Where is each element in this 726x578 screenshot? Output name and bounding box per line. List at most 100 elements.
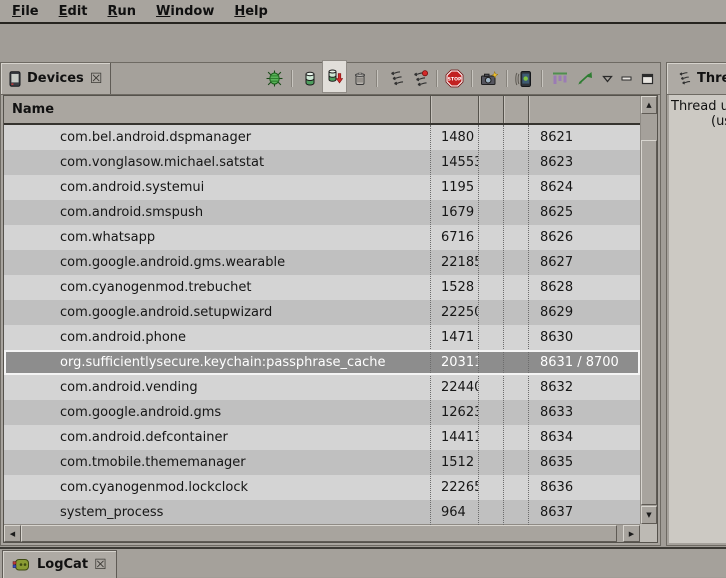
maximize-button[interactable] xyxy=(637,69,657,89)
table-row[interactable]: com.android.defcontainer144118634 xyxy=(4,425,640,450)
opengl-trace-button[interactable] xyxy=(572,66,597,91)
process-pid: 22250 xyxy=(430,300,478,325)
table-row-selected[interactable]: org.sufficientlysecure.keychain:passphra… xyxy=(4,350,640,375)
process-port: 8621 xyxy=(528,125,640,150)
scroll-right-button[interactable]: ▶ xyxy=(623,525,640,542)
devices-view: Devices ☒ xyxy=(0,62,661,546)
process-port: 8623 xyxy=(528,150,640,175)
screen-capture-button[interactable] xyxy=(477,66,502,91)
process-name: com.vonglasow.michael.satstat xyxy=(4,150,430,175)
threads-tab-row: Threads xyxy=(667,63,726,95)
column-divider[interactable] xyxy=(430,96,431,123)
devices-table: Name com.bel.android.dspmanager14808621 … xyxy=(3,95,658,543)
menu-window[interactable]: Window xyxy=(146,2,224,21)
debug-process-button[interactable] xyxy=(262,66,287,91)
process-port: 8637 xyxy=(528,500,640,525)
table-row[interactable]: com.whatsapp67168626 xyxy=(4,225,640,250)
process-pid: 1471 xyxy=(430,325,478,350)
column-header-name[interactable]: Name xyxy=(12,96,54,123)
table-row[interactable]: com.tmobile.thememanager15128635 xyxy=(4,450,640,475)
update-threads-button[interactable] xyxy=(382,66,407,91)
menu-edit[interactable]: Edit xyxy=(49,2,98,21)
menu-help[interactable]: Help xyxy=(224,2,277,21)
stop-process-button[interactable]: STOP xyxy=(442,66,467,91)
vertical-scrollbar[interactable]: ▲ ▼ xyxy=(640,96,657,524)
stop-sign-icon: STOP xyxy=(445,69,464,88)
horizontal-scrollbar[interactable]: ◀ ▶ xyxy=(4,524,640,542)
heap-cylinder-icon xyxy=(302,70,318,87)
column-divider[interactable] xyxy=(503,96,504,123)
process-pid: 1528 xyxy=(430,275,478,300)
process-name: com.cyanogenmod.lockclock xyxy=(4,475,430,500)
table-row[interactable]: com.android.phone14718630 xyxy=(4,325,640,350)
process-port: 8632 xyxy=(528,375,640,400)
process-pid: 14553 xyxy=(430,150,478,175)
maximize-icon xyxy=(641,73,654,85)
start-method-profiling-button[interactable] xyxy=(407,66,432,91)
table-row[interactable]: com.android.smspush16798625 xyxy=(4,200,640,225)
empty-toolbar-strip xyxy=(0,24,726,62)
process-pid: 20311 xyxy=(430,350,478,375)
close-icon[interactable]: ☒ xyxy=(94,558,107,572)
opengl-trace-arrow-icon xyxy=(576,70,594,87)
table-row[interactable]: com.bel.android.dspmanager14808621 xyxy=(4,125,640,150)
tab-devices[interactable]: Devices ☒ xyxy=(1,63,111,94)
minimize-icon xyxy=(621,74,633,84)
dump-hprof-button[interactable] xyxy=(322,60,347,93)
table-row[interactable]: com.cyanogenmod.trebuchet15288628 xyxy=(4,275,640,300)
process-port: 8631 / 8700 xyxy=(528,350,640,375)
tab-threads[interactable]: Threads xyxy=(667,63,726,94)
minimize-button[interactable] xyxy=(617,69,637,89)
cause-gc-button[interactable] xyxy=(347,66,372,91)
column-separator xyxy=(503,125,504,525)
table-rows: com.bel.android.dspmanager14808621 com.v… xyxy=(4,125,640,525)
view-menu-button[interactable] xyxy=(597,69,617,89)
process-port: 8626 xyxy=(528,225,640,250)
threads-message-line2: (use toolbar button to enable) xyxy=(669,114,726,129)
threads-profiling-icon xyxy=(411,70,429,87)
menu-file[interactable]: File xyxy=(2,2,49,21)
systrace-bars-icon xyxy=(551,70,569,87)
process-name: com.google.android.gms xyxy=(4,400,430,425)
column-divider[interactable] xyxy=(478,96,479,123)
horizontal-scroll-thumb[interactable] xyxy=(21,525,617,542)
column-separator xyxy=(528,125,529,525)
table-row[interactable]: com.cyanogenmod.lockclock222658636 xyxy=(4,475,640,500)
table-row[interactable]: com.google.android.gms.wearable22185 8627 xyxy=(4,250,640,275)
threads-tab-label: Threads xyxy=(697,71,726,86)
close-icon[interactable]: ☒ xyxy=(90,72,103,86)
process-port: 8627 xyxy=(528,250,640,275)
scroll-left-button[interactable]: ◀ xyxy=(4,525,21,542)
process-name: com.google.android.gms.wearable xyxy=(4,250,430,275)
process-pid: 14411 xyxy=(430,425,478,450)
process-pid: 964 xyxy=(430,500,478,525)
process-name: com.bel.android.dspmanager xyxy=(4,125,430,150)
process-port: 8629 xyxy=(528,300,640,325)
column-divider[interactable] xyxy=(528,96,529,123)
process-pid: 6716 xyxy=(430,225,478,250)
update-heap-button[interactable] xyxy=(297,66,322,91)
menu-run[interactable]: Run xyxy=(98,2,147,21)
scroll-down-button[interactable]: ▼ xyxy=(641,506,657,524)
hprof-cylinder-arrow-icon xyxy=(326,68,343,85)
scroll-up-button[interactable]: ▲ xyxy=(641,96,657,114)
process-port: 8628 xyxy=(528,275,640,300)
table-row[interactable]: com.google.android.setupwizard222508629 xyxy=(4,300,640,325)
devices-tab-label: Devices xyxy=(27,71,84,86)
table-row[interactable]: com.vonglasow.michael.satstat14553 8623 xyxy=(4,150,640,175)
chevron-down-icon xyxy=(602,75,613,83)
device-screen-button[interactable] xyxy=(512,66,537,91)
table-row[interactable]: system_process964 8637 xyxy=(4,500,640,525)
table-row[interactable]: com.google.android.gms126238633 xyxy=(4,400,640,425)
process-name: com.android.defcontainer xyxy=(4,425,430,450)
table-row[interactable]: com.android.vending224408632 xyxy=(4,375,640,400)
vertical-scroll-thumb[interactable] xyxy=(641,140,657,505)
process-pid: 22185 xyxy=(430,250,478,275)
systrace-button[interactable] xyxy=(547,66,572,91)
table-row[interactable]: com.android.systemui11958624 xyxy=(4,175,640,200)
process-port: 8635 xyxy=(528,450,640,475)
tab-logcat[interactable]: LogCat ☒ xyxy=(2,550,117,578)
device-android-icon xyxy=(515,70,534,88)
threads-icon xyxy=(675,71,691,86)
process-name: system_process xyxy=(4,500,430,525)
